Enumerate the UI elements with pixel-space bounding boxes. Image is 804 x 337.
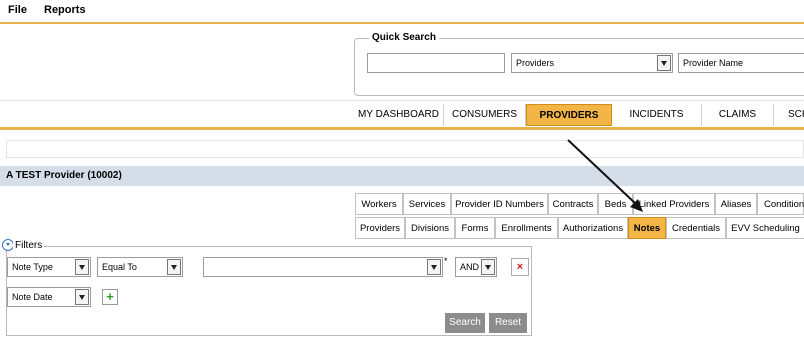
chevron-down-icon[interactable] [657, 55, 671, 71]
menu-file[interactable]: File [8, 4, 27, 16]
tab-aliases[interactable]: Aliases [715, 193, 757, 215]
sub-toolbar [6, 140, 804, 158]
filter-field-2-select[interactable]: Note Date [7, 287, 91, 307]
quick-search-title: Quick Search [369, 32, 439, 43]
tab-divisions[interactable]: Divisions [405, 217, 455, 239]
filters-panel: Filters Note Type Equal To * AND × Note … [2, 239, 532, 336]
filter-join-value: AND [460, 262, 480, 272]
chevron-down-icon[interactable] [167, 259, 181, 275]
search-category-select[interactable]: Providers [511, 53, 673, 73]
quick-search-panel: Quick Search Providers Provider Name [354, 32, 804, 96]
menu-bar: File Reports [0, 0, 804, 22]
tab-services[interactable]: Services [403, 193, 451, 215]
tab-forms[interactable]: Forms [455, 217, 495, 239]
record-tabs-row-2: Providers Divisions Forms Enrollments Au… [0, 217, 804, 239]
nav-underline [0, 127, 804, 130]
remove-filter-button[interactable]: × [511, 258, 529, 276]
close-icon: × [516, 261, 524, 273]
search-button[interactable]: Search [445, 313, 485, 333]
chevron-down-icon[interactable] [427, 259, 441, 275]
main-nav: MY DASHBOARD CONSUMERS PROVIDERS INCIDEN… [354, 104, 804, 126]
nav-tab-providers[interactable]: PROVIDERS [526, 104, 612, 126]
filter-operator-value: Equal To [102, 262, 137, 272]
filter-join-select[interactable]: AND [455, 257, 497, 277]
nav-tab-dashboard[interactable]: MY DASHBOARD [354, 104, 444, 126]
chevron-down-icon[interactable] [75, 259, 89, 275]
tab-conditions[interactable]: Conditions [757, 193, 804, 215]
plus-icon: + [106, 289, 114, 304]
filter-field-select[interactable]: Note Type [7, 257, 91, 277]
add-filter-button[interactable]: + [102, 289, 118, 305]
annotation-arrow [567, 139, 643, 212]
menu-reports[interactable]: Reports [44, 4, 86, 16]
tab-enrollments[interactable]: Enrollments [495, 217, 558, 239]
filter-value-select[interactable] [203, 257, 443, 277]
quick-search-input[interactable] [367, 53, 505, 73]
divider [0, 100, 804, 101]
tab-providers[interactable]: Providers [355, 217, 405, 239]
required-marker: * [444, 256, 448, 266]
filter-operator-select[interactable]: Equal To [97, 257, 183, 277]
record-tabs-row-1: Workers Services Provider ID Numbers Con… [0, 193, 804, 215]
nav-tab-scheduling[interactable]: SCH [774, 104, 804, 126]
tab-notes[interactable]: Notes [628, 217, 666, 239]
filter-field-value: Note Type [12, 262, 53, 272]
header-top-border [0, 22, 804, 24]
provider-header: A TEST Provider (10002) [0, 166, 804, 186]
nav-tab-claims[interactable]: CLAIMS [702, 104, 774, 126]
tab-workers[interactable]: Workers [355, 193, 403, 215]
search-category-value: Providers [516, 58, 555, 68]
reset-button[interactable]: Reset [489, 313, 527, 333]
tab-provider-id-numbers[interactable]: Provider ID Numbers [451, 193, 548, 215]
nav-tab-consumers[interactable]: CONSUMERS [444, 104, 526, 126]
tab-authorizations[interactable]: Authorizations [558, 217, 628, 239]
chevron-down-icon[interactable] [75, 289, 89, 305]
search-field-select[interactable]: Provider Name [678, 53, 804, 73]
tab-credentials[interactable]: Credentials [666, 217, 726, 239]
search-field-value: Provider Name [683, 58, 744, 68]
provider-title: A TEST Provider (10002) [6, 170, 122, 181]
nav-tab-incidents[interactable]: INCIDENTS [612, 104, 702, 126]
filters-legend: Filters [13, 240, 45, 251]
tab-evv-scheduling[interactable]: EVV Scheduling [726, 217, 804, 239]
chevron-down-icon[interactable] [481, 259, 495, 275]
filter-field-2-value: Note Date [12, 292, 53, 302]
